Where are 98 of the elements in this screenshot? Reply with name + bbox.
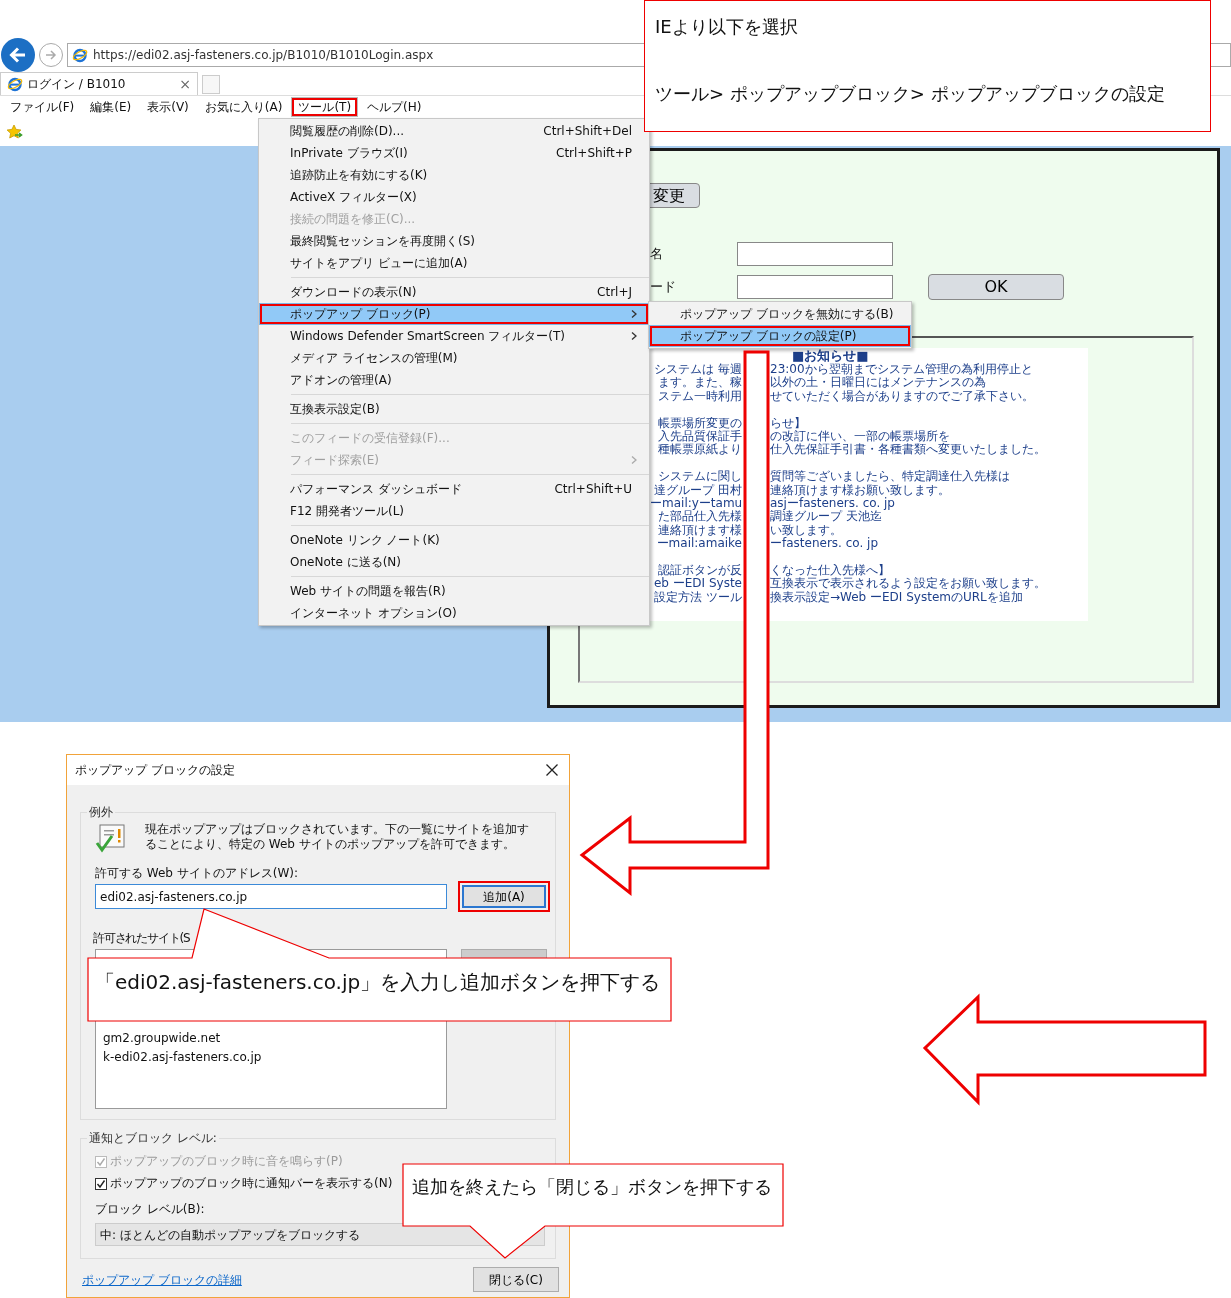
menu-item[interactable]: 互換表示設定(B) — [259, 398, 649, 420]
menu-item[interactable]: Web サイトの問題を報告(R) — [259, 580, 649, 602]
menu-item[interactable]: サイトをアプリ ビューに追加(A) — [259, 252, 649, 274]
checkbox-label: ポップアップのブロック時に音を鳴らす(P) — [110, 1154, 343, 1169]
notice-text: 種帳票原紙より — [657, 443, 742, 457]
menu-item[interactable]: ポップアップ ブロックを無効にする(B) — [649, 303, 911, 325]
notice-text: 入先品質保証手 — [657, 430, 742, 444]
list-item[interactable]: k-edi02.asj-fasteners.co.jp — [103, 1048, 439, 1067]
notice-text: い致します。 — [770, 523, 842, 537]
callout-text: 追加を終えたら「閉じる」ボタンを押下する — [412, 1176, 772, 1198]
notice-text: ステム一時利用 — [657, 389, 742, 404]
notice-text: 互換表示で表示されるよう設定をお願い致します。 — [770, 577, 1046, 591]
ok-button[interactable]: OK — [928, 274, 1064, 300]
url-text: https://edi02.asj-fasteners.co.jp/B1010/B1010Login.aspx — [93, 47, 434, 64]
menu-item[interactable]: メディア ライセンスの管理(M) — [259, 347, 649, 369]
checkbox[interactable] — [95, 1177, 107, 1190]
window-check-icon — [95, 822, 127, 854]
notice-text: 質問等ございましたら、特定調達仕入先様は — [770, 470, 1010, 484]
notice-text: 仕入先保証手引書・各種書類へ変更いたしました。 — [770, 443, 1046, 457]
close-icon — [545, 763, 559, 777]
menu-item[interactable]: 追跡防止を有効にする(K) — [259, 164, 649, 186]
note-text: IEより以下を選択 — [655, 15, 799, 39]
tab-close-button[interactable]: × — [179, 73, 191, 95]
field-label: ブロック レベル(B): — [95, 1202, 206, 1217]
menu-item[interactable]: ポップアップ ブロック(P) — [259, 303, 649, 325]
menu-item[interactable]: アドオンの管理(A) — [259, 369, 649, 391]
notice-text: 以外の土・日曜日にはメンテナンスの為 — [770, 376, 986, 390]
menu-item[interactable]: ActiveX フィルター(X) — [259, 186, 649, 208]
notice-text: ます。また、稼 — [657, 376, 742, 390]
menu-item[interactable]: InPrivate ブラウズ(I) Ctrl+Shift+P — [259, 142, 649, 164]
field-label: ード — [650, 278, 677, 297]
notice-text: 認証ボタンが反 — [658, 564, 742, 578]
field-label: 許可されたサイト(S — [93, 931, 191, 945]
shortcut-text: Ctrl+Shift+Del — [543, 123, 633, 140]
notice-text: システムは 毎週 — [653, 363, 742, 376]
notice-text: システムに関し — [657, 470, 742, 484]
shortcut-text: Ctrl+J — [597, 284, 633, 301]
notice-text: ーfasteners. co. jp — [770, 537, 879, 551]
notice-text: た部品仕入先様 — [657, 510, 742, 524]
list-item[interactable]: gm2.groupwide.net — [103, 1029, 439, 1048]
menu-item[interactable]: Windows Defender SmartScreen フィルター(T) — [259, 325, 649, 347]
checkbox-label: ポップアップのブロック時に通知バーを表示する(N) — [110, 1176, 393, 1191]
menu-bar-item[interactable]: 表示(V) — [140, 97, 196, 117]
menu-item[interactable]: ダウンロードの表示(N) Ctrl+J — [259, 281, 649, 303]
notice-text: asjーfasteners. co. jp — [770, 497, 895, 511]
shortcut-text: Ctrl+Shift+P — [556, 145, 633, 162]
menu-bar-item[interactable]: ファイル(F) — [3, 97, 82, 117]
notice-text: 達グループ 田村 — [653, 483, 742, 497]
dialog-title: ポップアップ ブロックの設定 — [75, 762, 235, 779]
shortcut-text: Ctrl+Shift+U — [554, 481, 633, 498]
address-input[interactable]: edi02.asj-fasteners.co.jp — [95, 884, 447, 909]
notice-text: 帳票場所変更の — [657, 416, 742, 430]
menu-bar-item[interactable]: お気に入り(A) — [197, 97, 290, 117]
browser-icon — [7, 76, 23, 92]
arrow-right-icon — [44, 48, 58, 62]
input-field[interactable] — [737, 275, 893, 299]
field-label: 許可する Web サイトのアドレス(W): — [95, 866, 300, 880]
menu-bar-item[interactable]: ヘルプ(H) — [360, 97, 429, 117]
notice-text: せていただく場合がありますのでご了承下さい。 — [770, 389, 1034, 404]
notice-text: らせ】 — [770, 416, 806, 430]
menu-bar-item[interactable]: ツール(T) — [291, 97, 359, 117]
notice-title: ■お知らせ■ — [792, 349, 870, 363]
details-link[interactable]: ポップアップ ブロックの詳細 — [82, 1270, 242, 1289]
description-text: 現在ポップアップはブロックされています。下の一覧にサイトを追加することにより、特定の Web サイトのポップアップを許可できます。 — [145, 822, 530, 853]
close-dialog-button[interactable]: 閉じる(C) — [473, 1267, 559, 1292]
tab-title: ログイン / B1010 — [27, 76, 126, 93]
notice-text: の改訂に伴い、一部の帳票場所を — [770, 430, 950, 444]
notice-text: ーmail:yーtamu — [650, 497, 742, 511]
input-field[interactable] — [737, 242, 893, 266]
group-legend: 通知とブロック レベル: — [87, 1131, 219, 1146]
menu-item[interactable]: F12 開発者ツール(L) — [259, 500, 649, 522]
notice-text: 調達グループ 天池迄 — [770, 510, 882, 524]
arrow-left-icon — [8, 45, 28, 65]
notice-text: ーmail:amaike — [655, 537, 742, 551]
field-label: 名 — [650, 245, 664, 264]
note-text: ツール> ポップアップブロック> ポップアップブロックの設定 — [655, 82, 1166, 106]
notice-text: 23:00から翌朝までシステム管理の為利用停止と — [770, 363, 1033, 376]
menu-item[interactable]: 閲覧履歴の削除(D)... Ctrl+Shift+Del — [259, 120, 649, 142]
notice-text: 連絡頂けます様 — [657, 523, 742, 538]
notice-text: 連絡頂けます様お願い致します。 — [770, 483, 950, 497]
menu-item[interactable]: パフォーマンス ダッシュボード Ctrl+Shift+U — [259, 478, 649, 500]
browser-tab[interactable]: ログイン / B1010 × — [0, 72, 198, 95]
back-button[interactable] — [1, 38, 35, 72]
add-button[interactable]: 追加(A) — [458, 881, 550, 912]
menu-item[interactable]: インターネット オプション(O) — [259, 602, 649, 624]
notice-text: 設定方法 ツール — [653, 590, 742, 605]
menu-item[interactable]: OneNote に送る(N) — [259, 551, 649, 573]
forward-button[interactable] — [39, 43, 63, 67]
notice-text: 換表示設定→Web ーEDI SystemのURLを追加 — [770, 590, 1023, 605]
group-legend: 例外 — [87, 805, 115, 820]
notice-text: くなった仕入先様へ】 — [770, 564, 890, 578]
star-icon[interactable] — [6, 124, 24, 140]
browser-icon — [72, 47, 88, 63]
menu-item[interactable]: ポップアップ ブロックの設定(P) — [649, 325, 911, 347]
menu-item[interactable]: OneNote リンク ノート(K) — [259, 529, 649, 551]
menu-item[interactable]: 最終閲覧セッションを再度開く(S) — [259, 230, 649, 252]
menu-bar-item[interactable]: 編集(E) — [83, 97, 139, 117]
notice-text: eb ーEDI Syste — [652, 577, 742, 591]
